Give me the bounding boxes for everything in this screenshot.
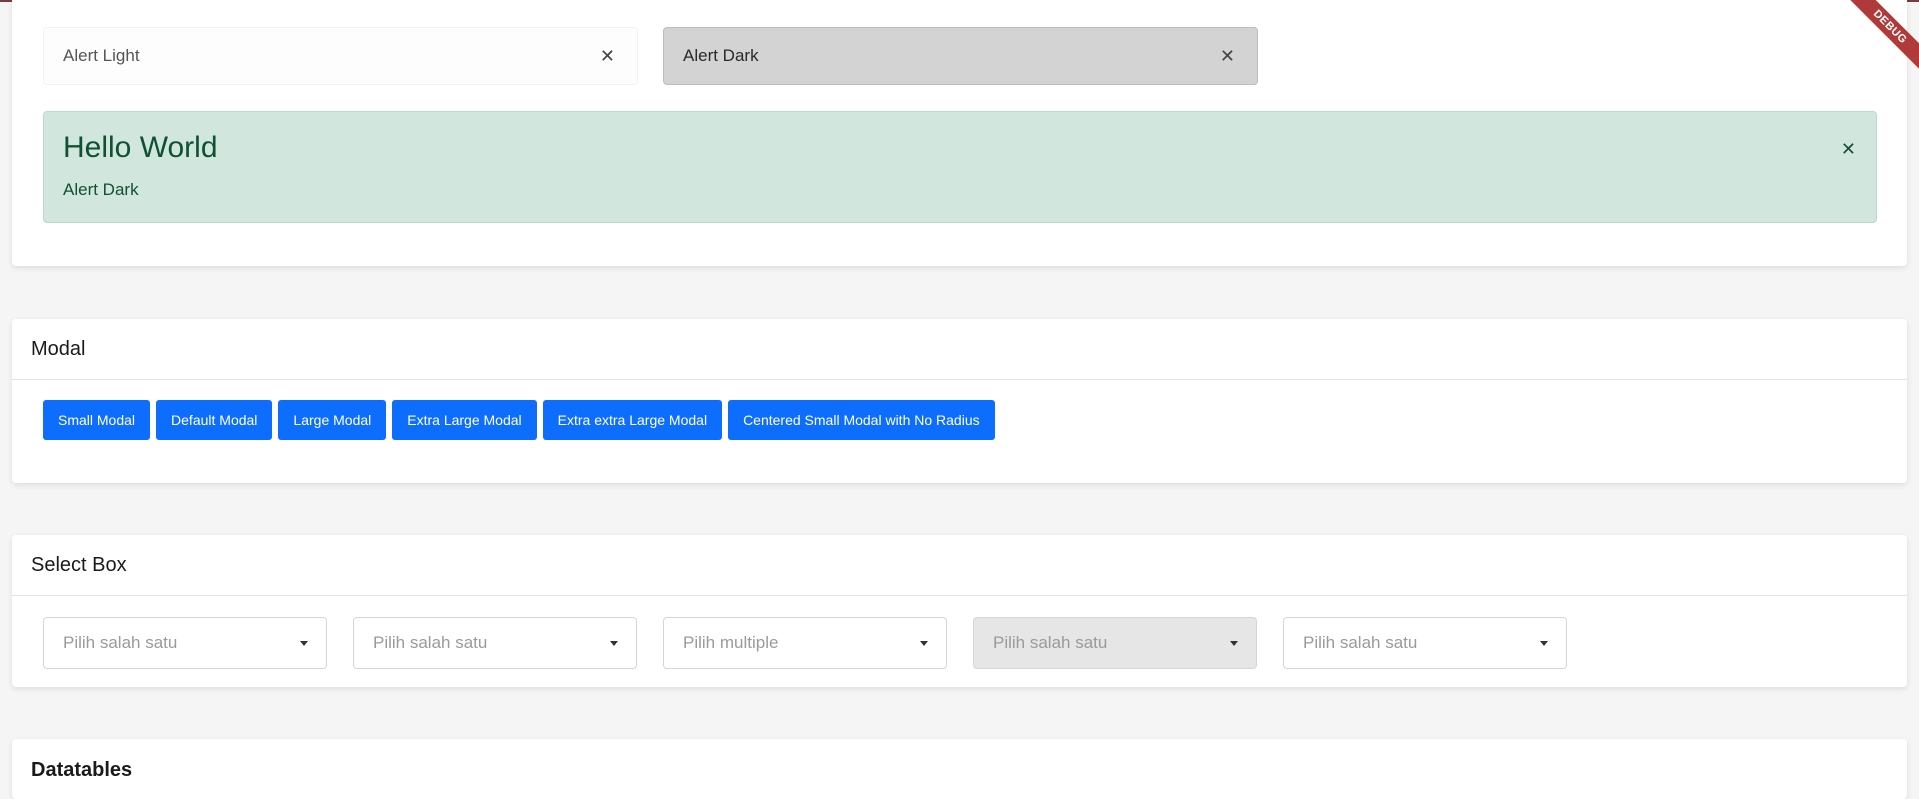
select-single-5[interactable]: Pilih salah satu — [1283, 617, 1567, 669]
select-placeholder: Pilih multiple — [683, 633, 779, 652]
extra-extra-large-modal-button[interactable]: Extra extra Large Modal — [542, 400, 723, 440]
select-single-2[interactable]: Pilih salah satu — [353, 617, 637, 669]
alert-success: Hello World Alert Dark ✕ — [43, 111, 1877, 223]
select-placeholder: Pilih salah satu — [63, 633, 178, 652]
select-placeholder: Pilih salah satu — [1303, 633, 1418, 652]
close-icon[interactable]: ✕ — [600, 47, 615, 65]
extra-large-modal-button[interactable]: Extra Large Modal — [392, 400, 537, 440]
alert-light: Alert Light ✕ — [43, 27, 638, 85]
select-single-1[interactable]: Pilih salah satu — [43, 617, 327, 669]
alert-dark-text: Alert Dark — [683, 46, 759, 65]
centered-small-modal-button[interactable]: Centered Small Modal with No Radius — [728, 400, 995, 440]
modal-card: Modal Small Modal Default Modal Large Mo… — [12, 319, 1907, 483]
alert-success-text: Alert Dark — [63, 180, 139, 199]
select-box-card: Select Box Pilih salah satu Pilih salah … — [12, 535, 1907, 687]
caret-down-icon — [1230, 641, 1238, 646]
datatables-card: Datatables — [12, 739, 1907, 799]
close-icon[interactable]: ✕ — [1220, 47, 1235, 65]
caret-down-icon — [610, 641, 618, 646]
small-modal-button[interactable]: Small Modal — [43, 400, 151, 440]
modal-button-row: Small Modal Default Modal Large Modal Ex… — [43, 400, 995, 440]
alert-heading: Hello World — [63, 131, 218, 164]
caret-down-icon — [300, 641, 308, 646]
alert-light-text: Alert Light — [63, 46, 140, 65]
select-placeholder: Pilih salah satu — [993, 633, 1108, 652]
close-icon[interactable]: ✕ — [1841, 140, 1856, 158]
datatables-title: Datatables — [31, 759, 133, 781]
select-box-title: Select Box — [12, 535, 1907, 596]
large-modal-button[interactable]: Large Modal — [278, 400, 387, 440]
alert-dark: Alert Dark ✕ — [663, 27, 1258, 85]
select-disabled: Pilih salah satu — [973, 617, 1257, 669]
select-multiple[interactable]: Pilih multiple — [663, 617, 947, 669]
caret-down-icon — [1540, 641, 1548, 646]
default-modal-button[interactable]: Default Modal — [156, 400, 273, 440]
select-row: Pilih salah satu Pilih salah satu Pilih … — [43, 617, 1567, 669]
alerts-card: Alert Light ✕ Alert Dark ✕ Hello World A… — [12, 0, 1907, 266]
select-placeholder: Pilih salah satu — [373, 633, 488, 652]
caret-down-icon — [920, 641, 928, 646]
modal-card-title: Modal — [12, 319, 1907, 380]
